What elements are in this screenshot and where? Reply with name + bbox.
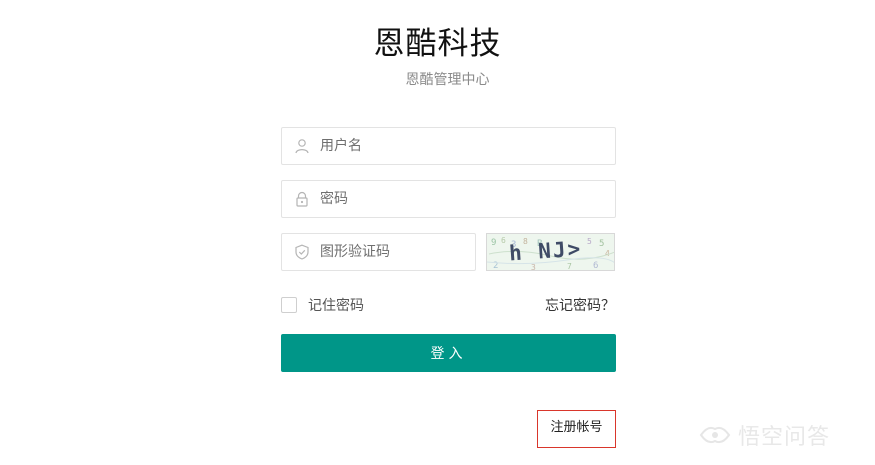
svg-text:4: 4 <box>605 249 610 258</box>
password-input[interactable] <box>320 181 605 217</box>
username-input[interactable] <box>320 128 605 164</box>
remember-checkbox[interactable] <box>281 297 297 313</box>
page-subtitle: 恩酷管理中心 <box>405 72 490 88</box>
svg-text:6: 6 <box>593 261 598 271</box>
captcha-image[interactable]: 9 6 3 8 B 5 5 4 2 3 7 6 h NJ> <box>486 233 615 271</box>
page-title: 恩酷科技 <box>373 26 502 62</box>
shield-icon <box>295 244 309 260</box>
svg-text:5: 5 <box>587 237 592 246</box>
remember-password[interactable]: 记住密码 <box>281 295 364 315</box>
svg-text:6: 6 <box>501 236 506 245</box>
svg-text:5: 5 <box>599 239 604 249</box>
login-page: 恩酷科技 恩酷管理中心 9 6 3 8 B 5 5 <box>0 0 875 465</box>
login-button[interactable]: 登入 <box>281 334 616 372</box>
captcha-field[interactable] <box>281 233 476 271</box>
captcha-input[interactable] <box>320 234 465 270</box>
user-icon <box>295 139 309 154</box>
svg-text:9: 9 <box>491 238 496 248</box>
password-field[interactable] <box>281 180 616 218</box>
watermark: 悟空问答 <box>698 420 830 450</box>
username-field[interactable] <box>281 127 616 165</box>
captcha-text: h NJ> <box>508 236 583 266</box>
svg-text:7: 7 <box>567 262 572 271</box>
register-account-link[interactable]: 注册帐号 <box>537 410 616 448</box>
wukong-logo-icon <box>699 426 731 444</box>
forgot-password-link[interactable]: 忘记密码？ <box>545 295 615 315</box>
remember-label: 记住密码 <box>308 298 364 314</box>
svg-text:3: 3 <box>531 263 536 271</box>
lock-icon <box>296 191 308 207</box>
watermark-text: 悟空问答 <box>738 425 831 450</box>
